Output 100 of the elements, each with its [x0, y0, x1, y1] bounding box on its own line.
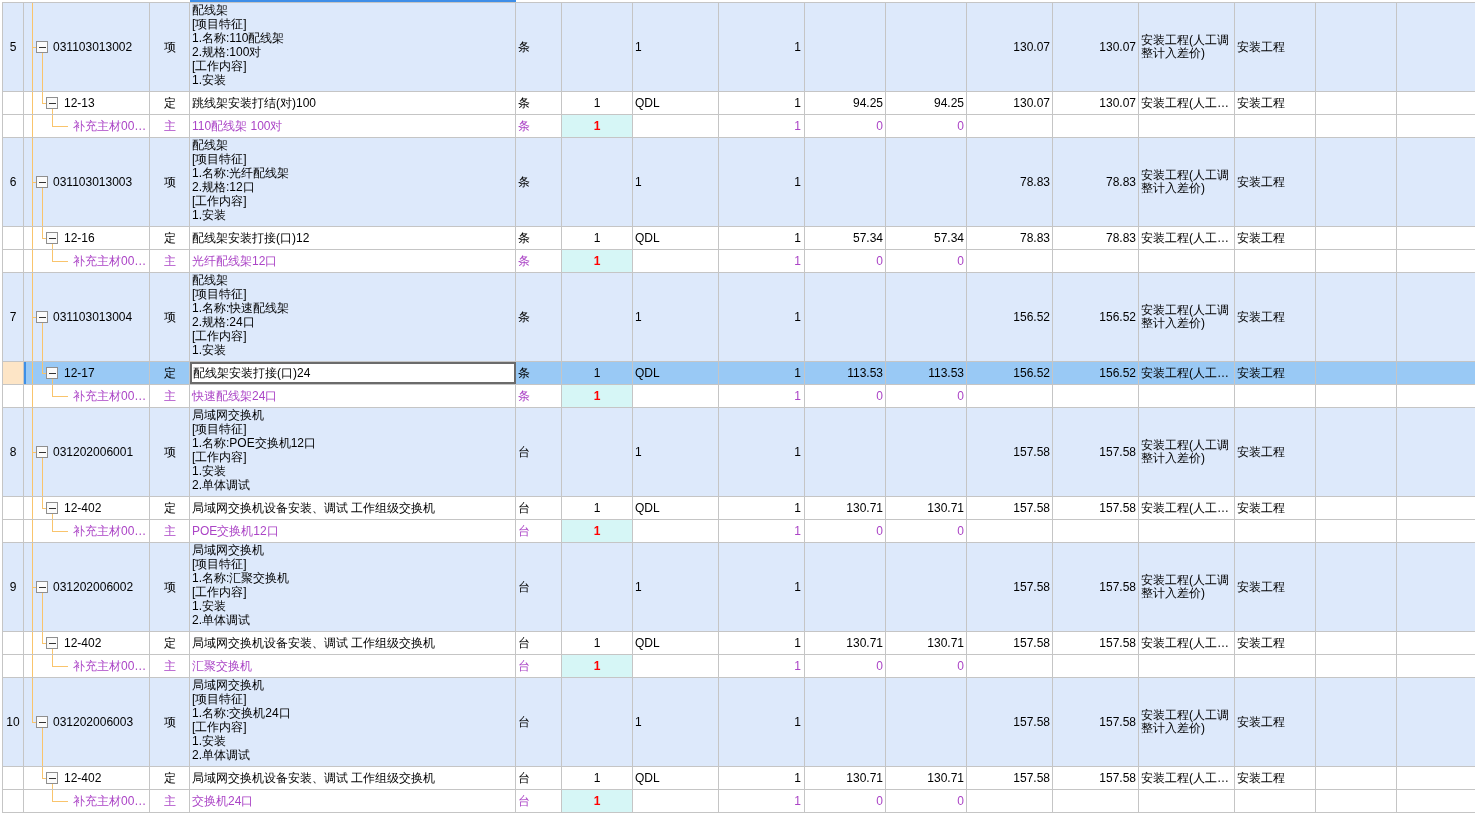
table-cell: 局域网交换机 [项目特征] 1.名称:交换机24口 [工作内容] 1.安装 2.单体调试	[190, 678, 516, 766]
table-cell: 安装工程(人工调整计入差价)	[1139, 543, 1235, 631]
table-cell: 130.71	[805, 767, 886, 789]
item-code: 031103013003	[53, 175, 133, 189]
table-cell: 汇聚交换机	[190, 655, 516, 677]
table-cell: 157.58	[1053, 767, 1139, 789]
table-cell: 130.71	[805, 632, 886, 654]
table-cell: 1	[719, 3, 805, 91]
table-cell: 条	[516, 3, 562, 91]
collapse-toggle[interactable]	[36, 41, 48, 53]
table-row[interactable]: 12-402 定 局域网交换机设备安装、调试 工作组级交换机 台 1 QDL 1 130.71 130.71 157.58 157.58 安装工程(人工… 安装工程	[3, 632, 1475, 655]
table-cell: 项	[150, 138, 190, 226]
item-code: 031202006001	[53, 445, 134, 459]
table-cell: 安装工程(人工调整计入差价)	[1139, 678, 1235, 766]
table-cell: 1	[562, 92, 633, 114]
table-cell: 1	[562, 520, 633, 542]
table-cell: 1	[719, 385, 805, 407]
table-cell: 主	[150, 250, 190, 272]
table-row[interactable]: 12-17 定 配线架安装打接(口)24 条 1 QDL 1 113.53 113.53 156.52 156.52 安装工程(人工… 安装工程	[3, 362, 1475, 385]
table-cell: 主	[150, 115, 190, 137]
row-header[interactable]: 10	[3, 678, 24, 766]
minus-icon	[38, 181, 46, 183]
collapse-toggle[interactable]	[36, 716, 48, 728]
table-cell: 安装工程	[1235, 362, 1316, 384]
table-cell: 项	[150, 678, 190, 766]
table-cell: 1	[719, 362, 805, 384]
quota-code: 12-402	[64, 771, 102, 785]
table-cell: 台	[516, 408, 562, 496]
table-cell: 1	[719, 767, 805, 789]
minus-icon	[38, 451, 46, 453]
row-header[interactable]: 9	[3, 543, 24, 631]
table-cell: 1	[562, 227, 633, 249]
material-code: 补充主材00…	[73, 254, 147, 268]
row-header[interactable]: 7	[3, 273, 24, 361]
table-cell: POE交换机12口	[190, 520, 516, 542]
table-cell: 1	[562, 767, 633, 789]
cell-editor[interactable]: 配线架安装打接(口)24	[190, 362, 516, 384]
item-code: 031103013004	[53, 310, 133, 324]
table-cell: 1	[562, 385, 633, 407]
table-cell: 局域网交换机 [项目特征] 1.名称:POE交换机12口 [工作内容] 1.安装 2.单体调试	[190, 408, 516, 496]
table-cell: 安装工程(人工调整计入差价)	[1139, 3, 1235, 91]
table-cell: 光纤配线架12口	[190, 250, 516, 272]
table-cell: 配线架 [项目特征] 1.名称:110配线架 2.规格:100对 [工作内容] 1.安装	[190, 3, 516, 91]
collapse-toggle[interactable]	[46, 232, 58, 244]
table-cell: 安装工程	[1235, 138, 1316, 226]
table-cell: 安装工程	[1235, 227, 1316, 249]
table-cell: 157.58	[1053, 632, 1139, 654]
minus-icon	[48, 507, 56, 509]
collapse-toggle[interactable]	[36, 311, 48, 323]
table-row[interactable]: 补充主材00… 主 POE交换机12口 台 1 1 0 0	[3, 520, 1475, 543]
table-row[interactable]: 12-402 定 局域网交换机设备安装、调试 工作组级交换机 台 1 QDL 1 130.71 130.71 157.58 157.58 安装工程(人工… 安装工程	[3, 497, 1475, 520]
table-cell: 主	[150, 655, 190, 677]
table-cell: 条	[516, 227, 562, 249]
table-cell: 0	[805, 385, 886, 407]
row-header[interactable]: 5	[3, 3, 24, 91]
table-cell: 1	[633, 273, 719, 361]
item-code: 031202006002	[53, 580, 134, 594]
table-cell: 130.71	[886, 497, 967, 519]
collapse-toggle[interactable]	[36, 446, 48, 458]
minus-icon	[48, 642, 56, 644]
table-cell: 安装工程(人工…	[1139, 227, 1235, 249]
table-row[interactable]: 补充主材00… 主 交换机24口 台 1 1 0 0	[3, 790, 1475, 813]
collapse-toggle[interactable]	[46, 772, 58, 784]
table-cell: 157.58	[1053, 408, 1139, 496]
table-cell: 1	[719, 227, 805, 249]
table-cell: 项	[150, 273, 190, 361]
table-row[interactable]: 补充主材00… 主 110配线架 100对 条 1 1 0 0	[3, 115, 1475, 138]
table-row[interactable]: 补充主材00… 主 快速配线架24口 条 1 1 0 0	[3, 385, 1475, 408]
collapse-toggle[interactable]	[46, 502, 58, 514]
table-cell: 57.34	[805, 227, 886, 249]
table-cell: 交换机24口	[190, 790, 516, 812]
table-row[interactable]: 补充主材00… 主 光纤配线架12口 条 1 1 0 0	[3, 250, 1475, 273]
table-cell: 1	[562, 655, 633, 677]
table-cell: 1	[719, 543, 805, 631]
table-cell: 安装工程(人工…	[1139, 632, 1235, 654]
table-row[interactable]: 12-402 定 局域网交换机设备安装、调试 工作组级交换机 台 1 QDL 1 130.71 130.71 157.58 157.58 安装工程(人工… 安装工程	[3, 767, 1475, 790]
table-row[interactable]: 12-13 定 跳线架安装打结(对)100 条 1 QDL 1 94.25 94.25 130.07 130.07 安装工程(人工… 安装工程	[3, 92, 1475, 115]
collapse-toggle[interactable]	[36, 581, 48, 593]
table-row[interactable]: 12-16 定 配线架安装打接(口)12 条 1 QDL 1 57.34 57.34 78.83 78.83 安装工程(人工… 安装工程	[3, 227, 1475, 250]
table-cell: 主	[150, 790, 190, 812]
table-cell: 113.53	[805, 362, 886, 384]
table-cell: 94.25	[886, 92, 967, 114]
collapse-toggle[interactable]	[46, 367, 58, 379]
row-header[interactable]: 6	[3, 138, 24, 226]
table-cell: 0	[805, 790, 886, 812]
collapse-toggle[interactable]	[46, 637, 58, 649]
table-cell: 130.07	[1053, 92, 1139, 114]
table-row[interactable]: 补充主材00… 主 汇聚交换机 台 1 1 0 0	[3, 655, 1475, 678]
minus-icon	[38, 586, 46, 588]
table-cell: 主	[150, 385, 190, 407]
collapse-toggle[interactable]	[46, 97, 58, 109]
minus-icon	[38, 46, 46, 48]
table-cell: 78.83	[967, 227, 1053, 249]
table-cell: 157.58	[967, 678, 1053, 766]
row-header[interactable]: 8	[3, 408, 24, 496]
table-cell: 安装工程(人工调整计入差价)	[1139, 273, 1235, 361]
collapse-toggle[interactable]	[36, 176, 48, 188]
minus-icon	[38, 721, 46, 723]
quota-code: 12-402	[64, 636, 102, 650]
table-cell: QDL	[633, 497, 719, 519]
